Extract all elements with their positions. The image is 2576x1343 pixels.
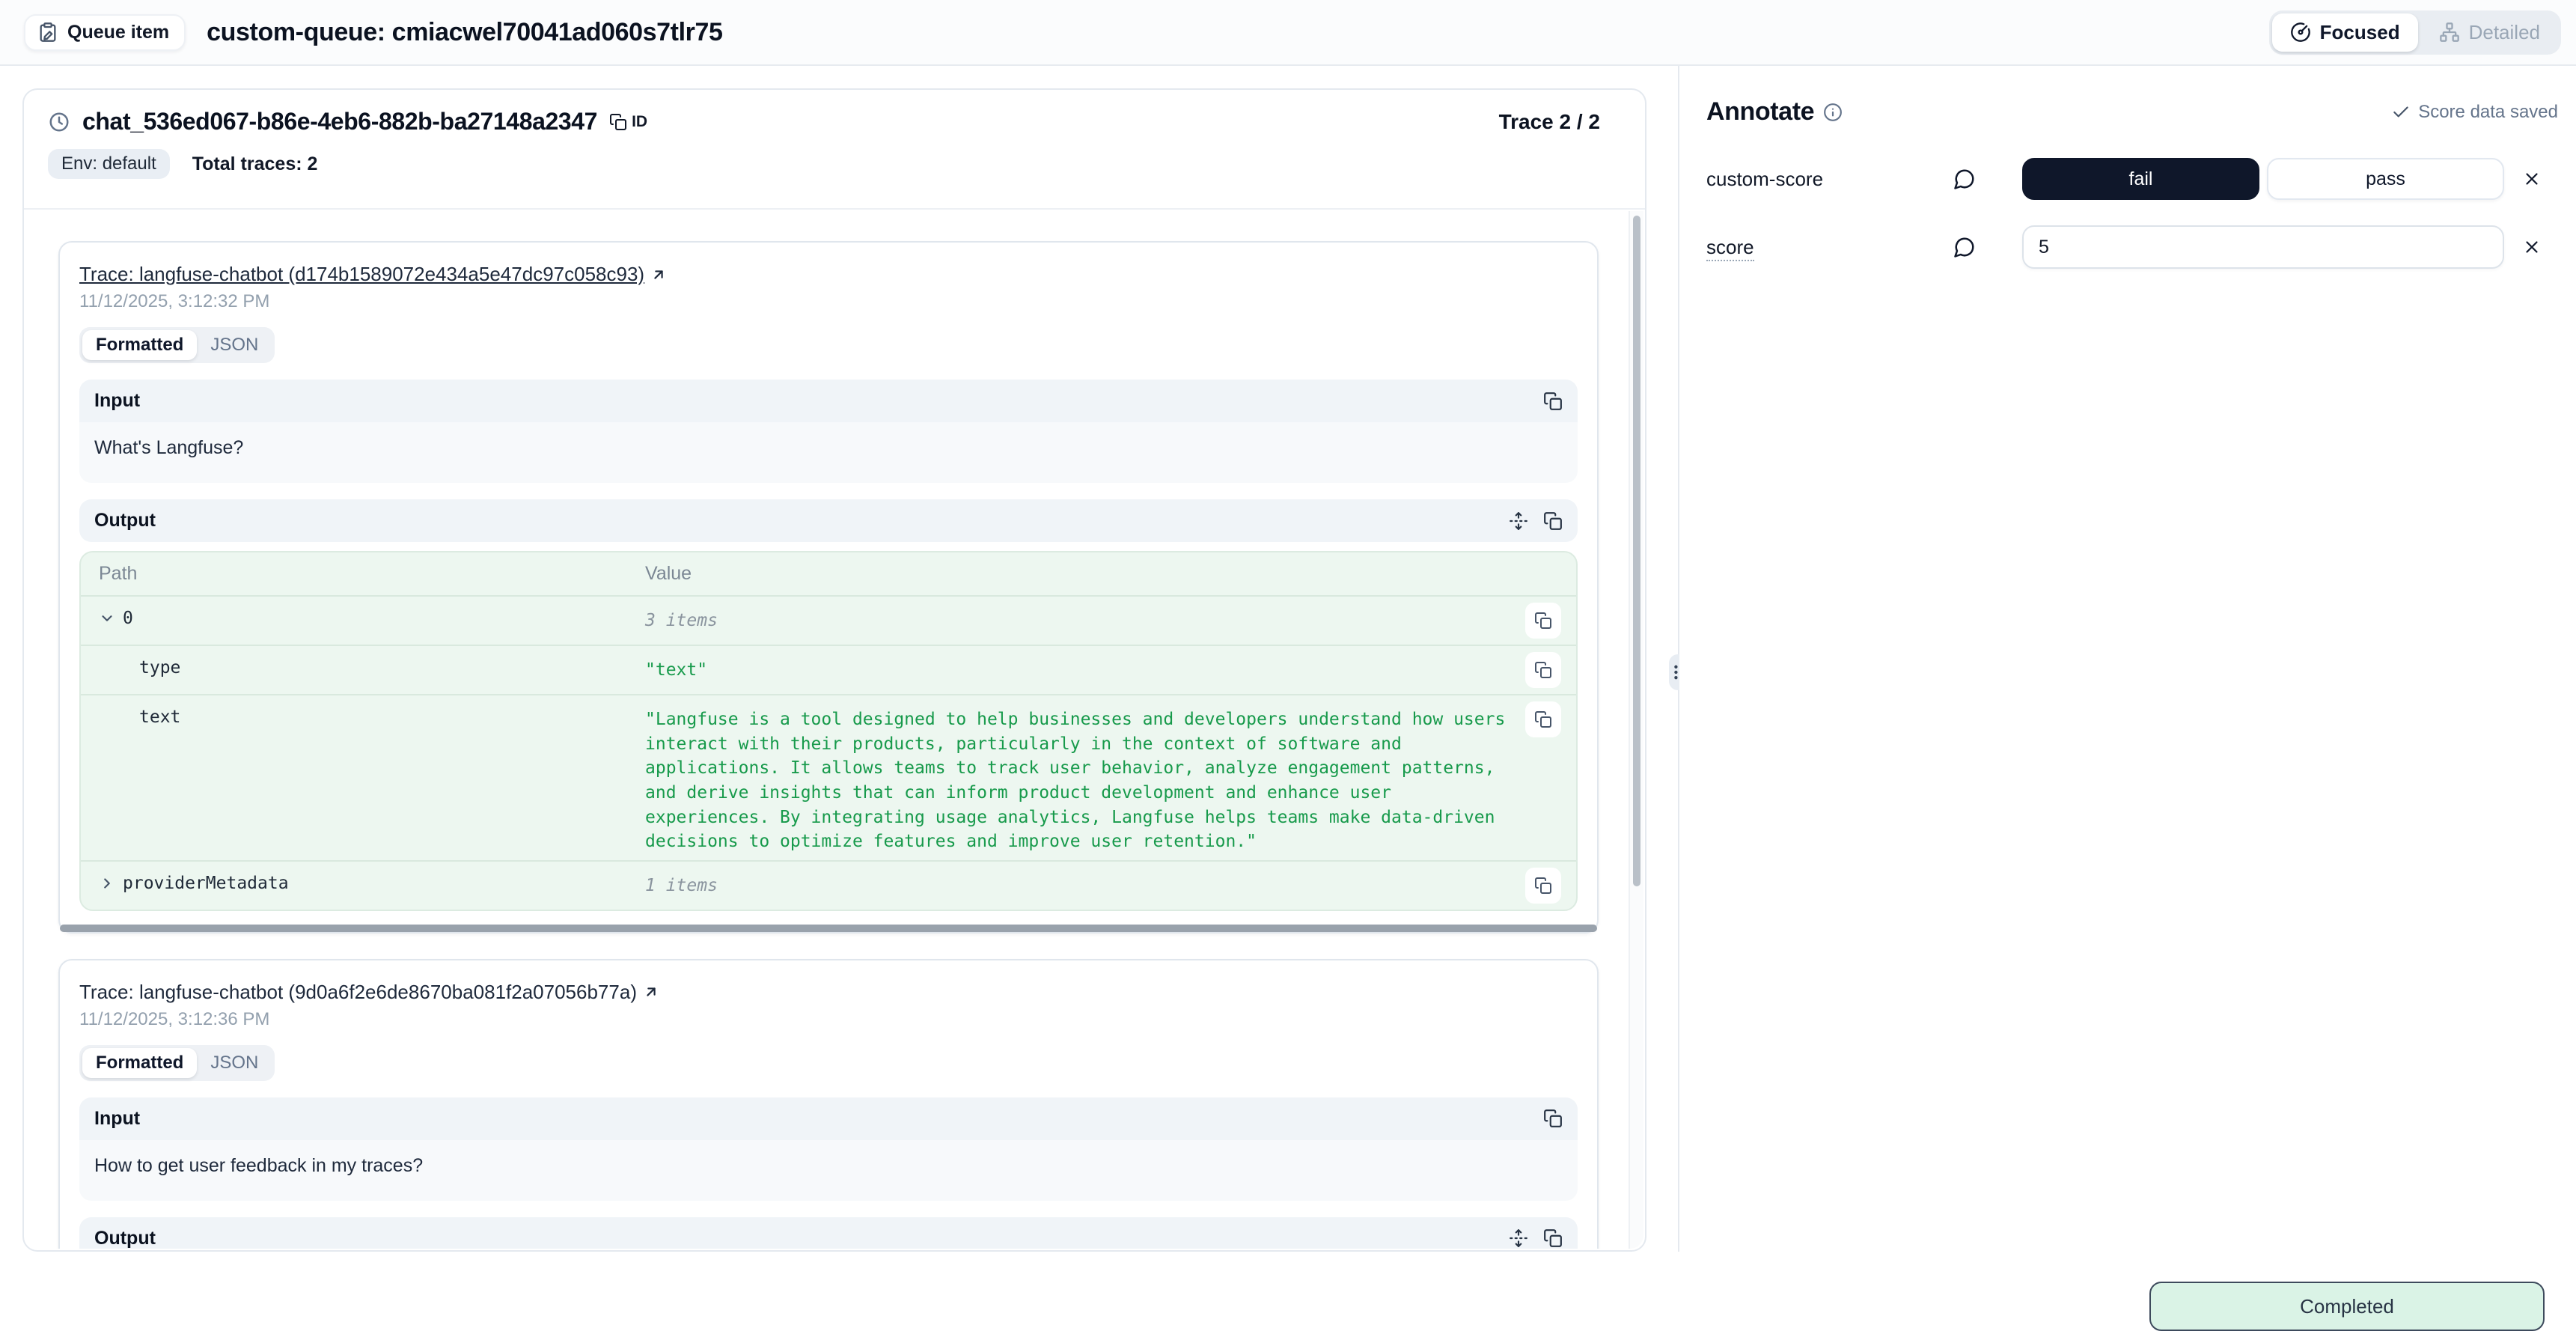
horizontal-scrollbar-thumb[interactable] <box>60 925 1597 932</box>
copy-icon <box>609 113 627 131</box>
external-link-icon <box>650 267 667 283</box>
trace-2-timestamp: 11/12/2025, 3:12:36 PM <box>79 1009 1578 1030</box>
vertical-scrollbar-track <box>1629 211 1643 1249</box>
formatted-tab[interactable]: Formatted <box>82 330 197 360</box>
copy-output-button[interactable] <box>1543 1228 1563 1248</box>
output-label: Output <box>94 1228 156 1249</box>
trace-2-format-toggle: Formatted JSON <box>79 1045 275 1081</box>
delete-score-button[interactable] <box>2522 169 2542 189</box>
external-link-icon <box>643 984 659 1000</box>
completed-button[interactable]: Completed <box>2149 1282 2545 1331</box>
copy-id-button[interactable]: ID <box>609 113 647 131</box>
copy-output-button[interactable] <box>1543 511 1563 531</box>
copy-row-button[interactable] <box>1525 652 1561 688</box>
item-header: chat_536ed067-b86e-4eb6-882b-ba27148a234… <box>24 90 1645 210</box>
copy-input-button[interactable] <box>1543 1109 1563 1128</box>
info-icon[interactable] <box>1823 103 1843 122</box>
copy-row-button[interactable] <box>1525 603 1561 639</box>
path-column-header: Path <box>99 563 645 585</box>
copy-row-button[interactable] <box>1525 701 1561 737</box>
traces-scroll-area: Trace: langfuse-chatbot (d174b1589072e43… <box>25 211 1643 1249</box>
json-tab[interactable]: JSON <box>197 330 272 360</box>
check-icon <box>2391 103 2411 122</box>
chevron-down-icon[interactable] <box>99 610 115 627</box>
item-title: chat_536ed067-b86e-4eb6-882b-ba27148a234… <box>82 108 597 135</box>
score-row-score: score <box>1706 225 2558 269</box>
delete-score-button[interactable] <box>2522 237 2542 257</box>
input-label: Input <box>94 1108 140 1130</box>
total-traces-label: Total traces: 2 <box>192 153 318 175</box>
app-root: Queue item custom-queue: cmiacwel70041ad… <box>0 0 2576 1343</box>
trace-1-link[interactable]: Trace: langfuse-chatbot (d174b1589072e43… <box>79 263 667 286</box>
focused-view-button[interactable]: Focused <box>2272 13 2418 52</box>
value-column-header: Value <box>645 563 1510 585</box>
trace-2-link[interactable]: Trace: langfuse-chatbot (9d0a6f2e6de8670… <box>79 981 659 1004</box>
json-tab[interactable]: JSON <box>197 1048 272 1078</box>
trace-1-format-toggle: Formatted JSON <box>79 327 275 363</box>
trace-card-1: Trace: langfuse-chatbot (d174b1589072e43… <box>58 241 1599 934</box>
score-name-label: score <box>1706 236 1953 259</box>
clock-icon <box>48 111 70 133</box>
copy-row-button[interactable] <box>1525 868 1561 904</box>
clipboard-pen-icon <box>37 22 58 43</box>
top-bar: Queue item custom-queue: cmiacwel70041ad… <box>0 0 2576 66</box>
formatted-tab[interactable]: Formatted <box>82 1048 197 1078</box>
page-title: custom-queue: cmiacwel70041ad060s7tlr75 <box>207 18 722 47</box>
score-option-pass[interactable]: pass <box>2267 158 2504 200</box>
trace-2-input-section: Input How to get user feedback in my tra… <box>79 1097 1578 1201</box>
annotate-title: Annotate <box>1706 97 1814 127</box>
score-name-label: custom-score <box>1706 168 1953 191</box>
expand-output-button[interactable] <box>1509 1228 1528 1248</box>
output-label: Output <box>94 510 156 532</box>
score-row-custom-score: custom-score fail pass <box>1706 158 2558 200</box>
trace-counter: Trace 2 / 2 <box>1499 110 1600 134</box>
trace-1-output-header: Output <box>79 499 1578 542</box>
id-label: ID <box>632 113 647 131</box>
comment-bubble-icon[interactable] <box>1953 236 1976 258</box>
queue-item-badge: Queue item <box>24 14 186 51</box>
view-mode-toggle: Focused Detailed <box>2269 10 2561 55</box>
queue-item-panel: chat_536ed067-b86e-4eb6-882b-ba27148a234… <box>22 88 1646 1252</box>
vertical-scrollbar-thumb[interactable] <box>1633 216 1640 886</box>
trace-card-2: Trace: langfuse-chatbot (9d0a6f2e6de8670… <box>58 959 1599 1249</box>
table-row: providerMetadata 1 items <box>81 862 1576 910</box>
comment-bubble-icon[interactable] <box>1953 168 1976 190</box>
annotate-panel: Annotate Score data saved custom-score f… <box>1679 66 2576 1252</box>
score-option-fail[interactable]: fail <box>2022 158 2259 200</box>
score-value-input[interactable] <box>2022 225 2504 269</box>
env-badge: Env: default <box>48 149 170 179</box>
queue-item-label: Queue item <box>67 22 169 43</box>
expand-output-button[interactable] <box>1509 511 1528 531</box>
copy-input-button[interactable] <box>1543 392 1563 411</box>
categorical-score-options: fail pass <box>2022 158 2504 200</box>
table-row: text "Langfuse is a tool designed to hel… <box>81 695 1576 862</box>
tree-network-icon <box>2439 22 2460 43</box>
trace-1-output-table: Path Value 0 3 items <box>79 551 1578 911</box>
table-header: Path Value <box>81 552 1576 597</box>
table-row: 0 3 items <box>81 597 1576 646</box>
detailed-view-button[interactable]: Detailed <box>2421 13 2558 52</box>
trace-2-input-text: How to get user feedback in my traces? <box>79 1140 1578 1201</box>
score-saved-status: Score data saved <box>2391 102 2558 123</box>
trace-1-input-section: Input What's Langfuse? <box>79 380 1578 483</box>
trace-1-timestamp: 11/12/2025, 3:12:32 PM <box>79 291 1578 312</box>
trace-2-output-header: Output <box>79 1217 1578 1249</box>
trace-1-input-text: What's Langfuse? <box>79 422 1578 483</box>
table-row: type "text" <box>81 646 1576 695</box>
focus-gauge-icon <box>2290 22 2311 43</box>
input-label: Input <box>94 390 140 412</box>
chevron-right-icon[interactable] <box>99 875 115 892</box>
